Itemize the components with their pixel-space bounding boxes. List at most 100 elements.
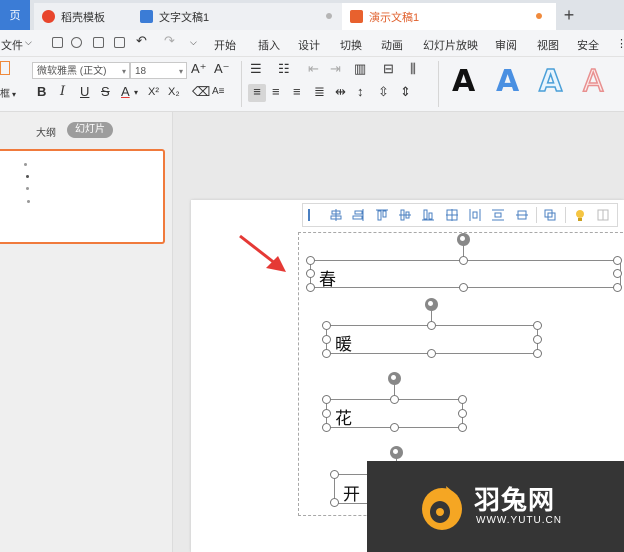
- text-style-black[interactable]: A: [452, 66, 475, 98]
- resize-handle[interactable]: [330, 498, 339, 507]
- resize-handle[interactable]: [322, 335, 331, 344]
- clear-format-icon[interactable]: ⌫: [192, 84, 210, 100]
- align-left-button[interactable]: ≡: [248, 84, 266, 102]
- menu-transitions[interactable]: 切换: [340, 37, 362, 53]
- resize-handle[interactable]: [613, 283, 622, 292]
- char-spacing-icon[interactable]: A≡: [212, 84, 225, 100]
- resize-handle[interactable]: [322, 321, 331, 330]
- spacing-more-icon[interactable]: ⇕: [400, 84, 411, 100]
- chevron-down-icon[interactable]: ▾: [134, 85, 138, 101]
- font-size-select[interactable]: 18 ▾: [130, 62, 187, 79]
- resize-handle[interactable]: [322, 423, 331, 432]
- resize-handle[interactable]: [459, 256, 468, 265]
- resize-handle[interactable]: [330, 470, 339, 479]
- print-preview-icon[interactable]: [114, 37, 125, 48]
- columns-icon[interactable]: ▥: [354, 61, 366, 77]
- resize-handle[interactable]: [322, 349, 331, 358]
- resize-handle[interactable]: [427, 349, 436, 358]
- align-center-button[interactable]: ≡: [272, 84, 280, 100]
- menu-review[interactable]: 审阅: [495, 37, 517, 53]
- font-color-button[interactable]: A: [121, 84, 130, 100]
- text-style-outline-red[interactable]: A: [582, 65, 604, 99]
- tab-docer-templates[interactable]: 稻壳模板: [34, 3, 136, 30]
- distribute-icon[interactable]: ⇹: [335, 84, 346, 100]
- distribute-grid-icon[interactable]: [446, 209, 458, 221]
- menu-design[interactable]: 设计: [298, 37, 320, 53]
- strikethrough-button[interactable]: S: [101, 84, 110, 100]
- new-tab-button[interactable]: +: [556, 0, 582, 30]
- rotate-handle-icon[interactable]: [457, 233, 470, 246]
- resize-handle[interactable]: [613, 256, 622, 265]
- distribute-vertical-icon[interactable]: [492, 209, 504, 221]
- resize-handle[interactable]: [533, 335, 542, 344]
- align-left-icon[interactable]: [308, 209, 322, 221]
- panel-icon[interactable]: [597, 209, 609, 221]
- chevron-down-icon[interactable]: ▾: [12, 87, 16, 103]
- resize-handle[interactable]: [306, 256, 315, 265]
- rotate-handle-icon[interactable]: [388, 372, 401, 385]
- rotate-handle-icon[interactable]: [425, 298, 438, 311]
- resize-handle[interactable]: [458, 395, 467, 404]
- chevron-down-icon[interactable]: ⌵: [25, 37, 32, 48]
- resize-handle[interactable]: [322, 409, 331, 418]
- menu-view[interactable]: 视图: [537, 37, 559, 53]
- resize-handle[interactable]: [458, 409, 467, 418]
- align-text-icon[interactable]: ⫼: [410, 61, 416, 77]
- align-middle-icon[interactable]: [399, 209, 411, 221]
- redo-icon[interactable]: ↷: [164, 33, 175, 49]
- shrink-font-button[interactable]: A⁻: [214, 61, 230, 77]
- menu-insert[interactable]: 插入: [258, 37, 280, 53]
- resize-handle[interactable]: [306, 283, 315, 292]
- distribute-horizontal-icon[interactable]: [469, 209, 481, 221]
- text-frame-button[interactable]: 框: [0, 87, 10, 103]
- bullet-list-icon[interactable]: ☰: [250, 61, 262, 77]
- chevron-down-icon[interactable]: ⌵: [190, 37, 197, 48]
- resize-handle[interactable]: [533, 349, 542, 358]
- resize-handle[interactable]: [533, 321, 542, 330]
- text-style-outline-blue[interactable]: A: [538, 65, 563, 99]
- align-bottom-icon[interactable]: [422, 209, 434, 221]
- align-right-icon[interactable]: [352, 209, 364, 221]
- more-icon[interactable]: ⋮: [616, 37, 624, 50]
- decrease-indent-icon[interactable]: ⇤: [308, 61, 319, 77]
- resize-handle[interactable]: [390, 395, 399, 404]
- save-icon[interactable]: [52, 37, 63, 48]
- slides-tab[interactable]: 幻灯片: [67, 122, 113, 138]
- outline-tab[interactable]: 大纲: [36, 124, 56, 139]
- grow-font-button[interactable]: A⁺: [191, 61, 207, 77]
- rotate-handle-icon[interactable]: [390, 446, 403, 459]
- menu-animation[interactable]: 动画: [381, 37, 403, 53]
- text-direction-icon[interactable]: ⊟: [383, 61, 394, 77]
- line-spacing-icon[interactable]: ↕: [357, 84, 364, 100]
- resize-handle[interactable]: [613, 269, 622, 278]
- tab-presentation[interactable]: 演示文稿1: [342, 3, 556, 30]
- subscript-button[interactable]: X₂: [168, 84, 180, 100]
- underline-button[interactable]: U: [80, 84, 89, 100]
- resize-handle[interactable]: [306, 269, 315, 278]
- slide-thumbnail[interactable]: [0, 149, 165, 244]
- lightbulb-icon[interactable]: [574, 209, 586, 221]
- align-right-button[interactable]: ≡: [293, 84, 301, 100]
- export-icon[interactable]: [71, 37, 82, 48]
- text-style-blue[interactable]: A: [496, 66, 519, 98]
- tab-home[interactable]: 页: [0, 0, 30, 30]
- group-icon[interactable]: [544, 209, 556, 221]
- tab-writer-doc[interactable]: 文字文稿1: [132, 3, 346, 30]
- print-icon[interactable]: [93, 37, 104, 48]
- font-name-select[interactable]: 微软雅黑 (正文) ▾: [32, 62, 130, 79]
- menu-slideshow[interactable]: 幻灯片放映: [423, 37, 478, 53]
- menu-security[interactable]: 安全: [577, 37, 599, 53]
- italic-button[interactable]: I: [60, 84, 65, 100]
- text-box-icon[interactable]: [0, 61, 10, 75]
- menu-file[interactable]: 文件: [1, 37, 23, 53]
- bold-button[interactable]: B: [37, 84, 46, 100]
- align-center-icon[interactable]: [330, 209, 342, 221]
- undo-icon[interactable]: ↶: [136, 33, 147, 49]
- align-top-icon[interactable]: [376, 209, 388, 221]
- resize-handle[interactable]: [322, 395, 331, 404]
- increase-indent-icon[interactable]: ⇥: [330, 61, 341, 77]
- paragraph-spacing-icon[interactable]: ⇳: [378, 84, 389, 100]
- resize-handle[interactable]: [458, 423, 467, 432]
- resize-handle[interactable]: [427, 321, 436, 330]
- resize-handle[interactable]: [459, 283, 468, 292]
